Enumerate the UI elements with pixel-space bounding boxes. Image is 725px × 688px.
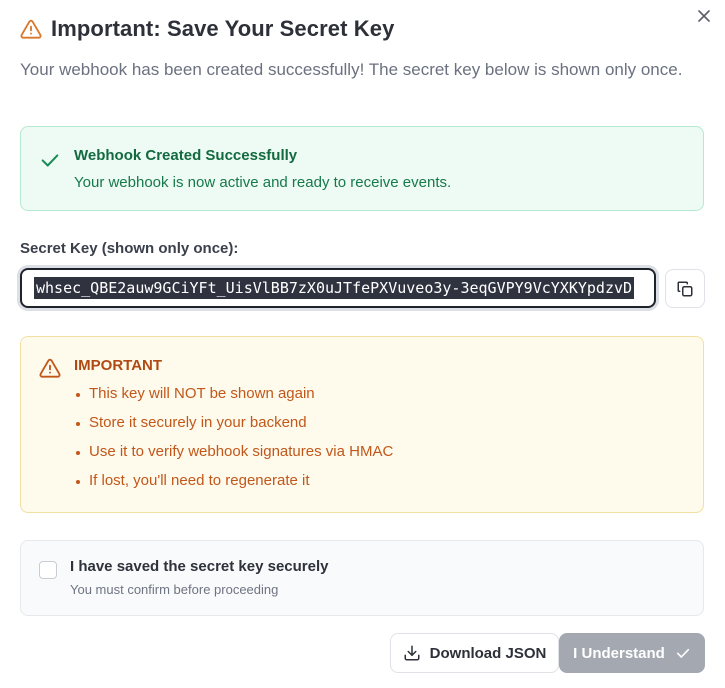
confirmation-panel: I have saved the secret key securely You… <box>20 540 704 616</box>
success-message: Your webhook is now active and ready to … <box>74 174 452 191</box>
list-item: Use it to verify webhook signatures via … <box>74 442 393 471</box>
important-title: IMPORTANT <box>74 357 163 374</box>
dialog-title: Important: Save Your Secret Key <box>51 16 395 41</box>
copy-button[interactable] <box>665 269 705 308</box>
secret-key-label: Secret Key (shown only once): <box>20 240 239 257</box>
success-alert: Webhook Created Successfully Your webhoo… <box>20 126 704 211</box>
secret-key-field[interactable]: whsec_QBE2auw9GCiYFt_UisVlBB7zX0uJTfePXV… <box>20 268 656 308</box>
confirm-hint: You must confirm before proceeding <box>70 582 279 597</box>
i-understand-button[interactable]: I Understand <box>559 633 705 673</box>
copy-icon <box>677 281 693 296</box>
i-understand-label: I Understand <box>573 644 665 662</box>
important-alert: IMPORTANT This key will NOT be shown aga… <box>20 336 704 513</box>
confirm-checkbox[interactable] <box>39 561 57 579</box>
close-button[interactable] <box>694 6 714 26</box>
success-title: Webhook Created Successfully <box>74 147 298 164</box>
confirm-label[interactable]: I have saved the secret key securely <box>70 558 329 575</box>
dialog-header: Important: Save Your Secret Key <box>20 16 394 42</box>
secret-key-dialog: Important: Save Your Secret Key Your web… <box>0 0 725 688</box>
secret-key-value[interactable]: whsec_QBE2auw9GCiYFt_UisVlBB7zX0uJTfePXV… <box>34 277 635 299</box>
list-item: If lost, you'll need to regenerate it <box>74 471 393 500</box>
close-icon <box>698 10 710 22</box>
download-json-button[interactable]: Download JSON <box>390 633 559 673</box>
check-icon <box>675 645 691 661</box>
download-icon <box>403 644 421 662</box>
list-item: This key will NOT be shown again <box>74 384 393 413</box>
dialog-description: Your webhook has been created successful… <box>20 60 683 79</box>
warning-triangle-icon <box>20 18 42 40</box>
download-json-label: Download JSON <box>429 644 547 662</box>
warning-triangle-icon <box>39 357 61 379</box>
check-icon <box>39 149 61 171</box>
list-item: Store it securely in your backend <box>74 413 393 442</box>
important-list: This key will NOT be shown again Store i… <box>74 384 393 500</box>
